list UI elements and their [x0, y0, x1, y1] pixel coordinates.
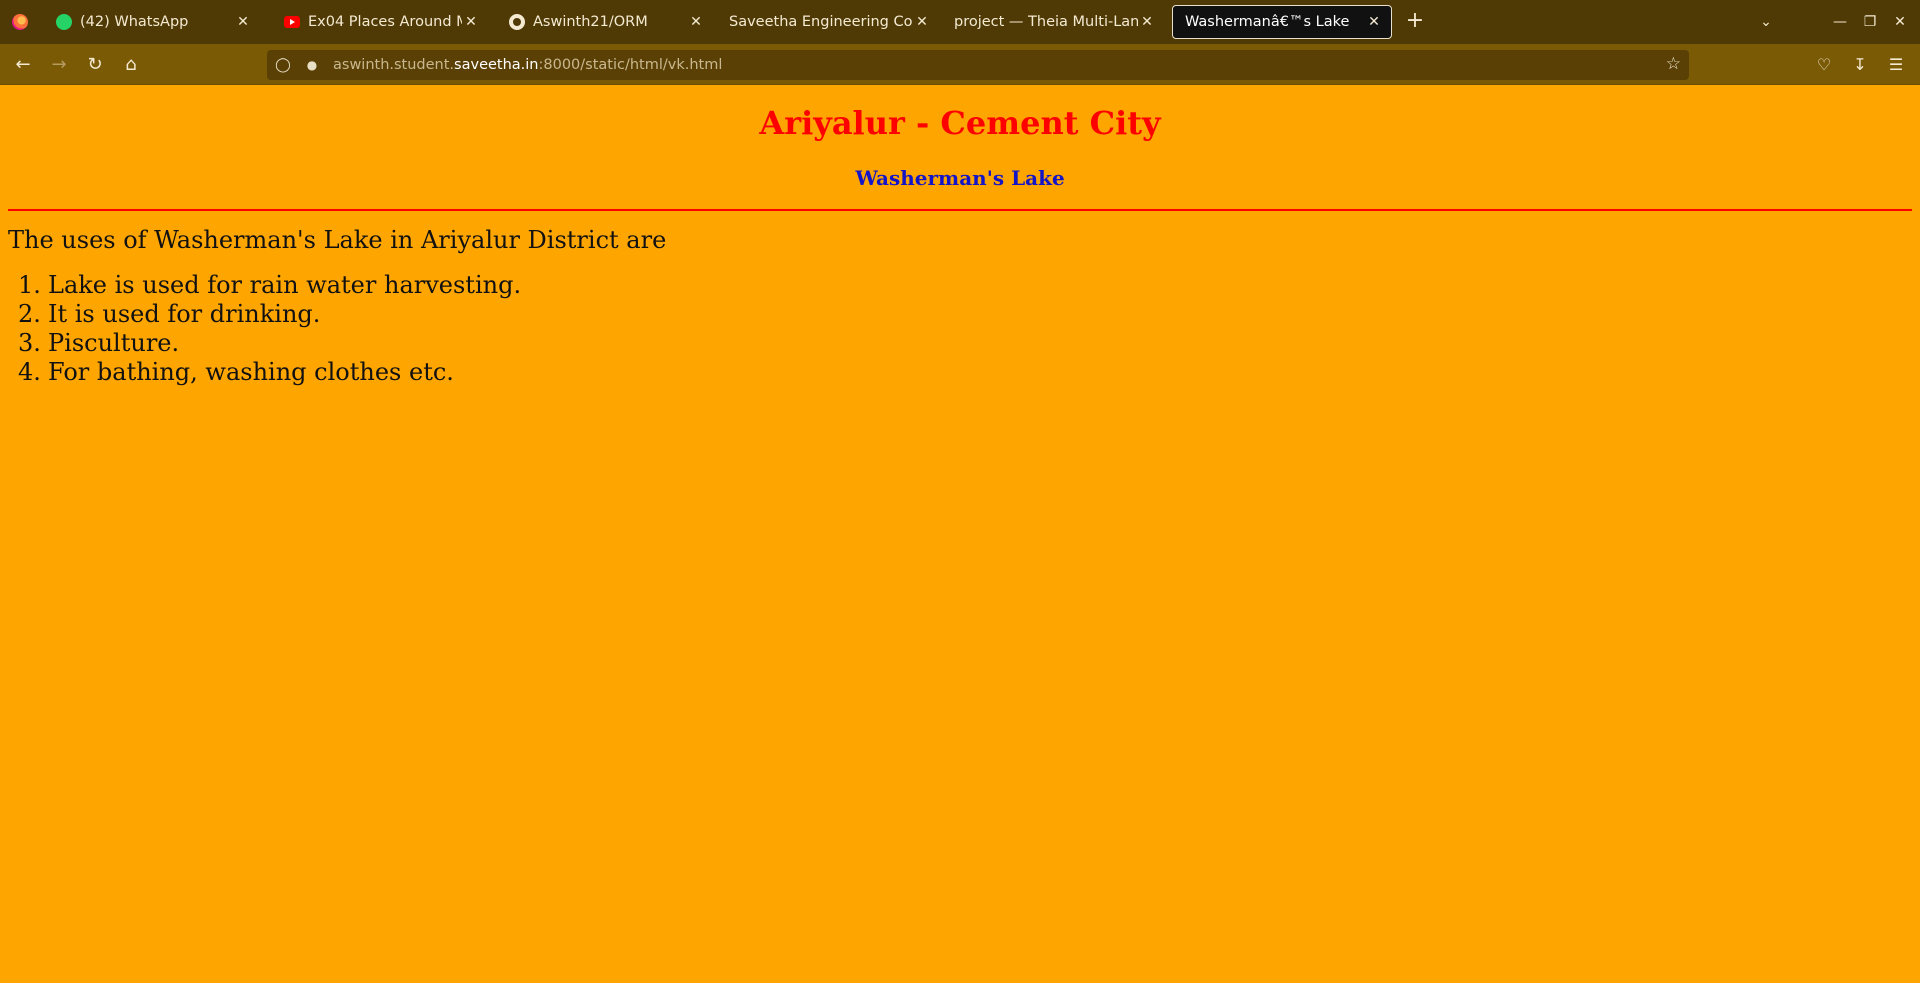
reload-icon[interactable]: ↻	[81, 51, 109, 79]
back-arrow-icon[interactable]: ←	[9, 51, 37, 79]
tab-whatsapp[interactable]: (42) WhatsApp ✕	[44, 5, 260, 39]
firefox-menu-icon[interactable]	[0, 0, 40, 44]
downloads-icon[interactable]: ↧	[1846, 51, 1874, 79]
restore-icon[interactable]: ❐	[1856, 8, 1884, 36]
tab-title: Saveetha Engineering Colleg	[729, 14, 913, 30]
close-window-icon[interactable]: ✕	[1886, 8, 1914, 36]
list-all-tabs-icon[interactable]: ⌄	[1752, 8, 1780, 36]
tracking-shield-icon[interactable]: ◯	[275, 57, 291, 73]
forward-arrow-icon[interactable]: →	[45, 51, 73, 79]
list-item: 1. Lake is used for rain water harvestin…	[18, 271, 521, 300]
horizontal-rule	[8, 209, 1912, 211]
list-item-text: Pisculture.	[48, 329, 180, 357]
github-icon	[509, 14, 525, 30]
page-content: Ariyalur - Cement City Washerman's Lake …	[0, 86, 1920, 983]
intro-text: The uses of Washerman's Lake in Ariyalur…	[8, 226, 667, 254]
list-number: 4.	[18, 358, 41, 386]
close-icon[interactable]: ✕	[913, 14, 931, 30]
list-item-text: For bathing, washing clothes etc.	[48, 358, 454, 386]
tab-title: project — Theia Multi-Langu	[954, 14, 1138, 30]
youtube-icon	[284, 14, 300, 30]
close-icon[interactable]: ✕	[1138, 14, 1156, 30]
home-icon[interactable]: ⌂	[117, 51, 145, 79]
tab-saveetha[interactable]: Saveetha Engineering Colleg ✕	[717, 5, 939, 39]
tab-strip: (42) WhatsApp ✕ Ex04 Places Around Me - …	[0, 0, 1920, 44]
hamburger-menu-icon[interactable]: ☰	[1882, 51, 1910, 79]
whatsapp-icon	[56, 14, 72, 30]
page-subheading: Washerman's Lake	[855, 166, 1065, 190]
pocket-icon[interactable]: ♡	[1810, 51, 1838, 79]
tab-title: Ex04 Places Around Me -	[308, 14, 462, 30]
list-number: 3.	[18, 329, 41, 357]
list-number: 2.	[18, 300, 41, 328]
list-item: 4. For bathing, washing clothes etc.	[18, 358, 521, 387]
close-icon[interactable]: ✕	[462, 14, 480, 30]
tab-washermans-lake[interactable]: Washermanâ€™s Lake ✕	[1172, 5, 1392, 39]
tab-theia-project[interactable]: project — Theia Multi-Langu ✕	[942, 5, 1164, 39]
list-item: 2. It is used for drinking.	[18, 300, 521, 329]
tab-title: Washermanâ€™s Lake	[1185, 14, 1350, 30]
lock-icon[interactable]: ●	[305, 58, 319, 72]
list-item-text: It is used for drinking.	[48, 300, 321, 328]
tab-github-orm[interactable]: Aswinth21/ORM ✕	[497, 5, 713, 39]
address-bar[interactable]: ◯ ● aswinth.student.saveetha.in:8000/sta…	[267, 50, 1689, 80]
navigation-toolbar: ← → ↻ ⌂ ◯ ● aswinth.student.saveetha.in:…	[0, 44, 1920, 85]
new-tab-button[interactable]: +	[1401, 8, 1429, 36]
list-item: 3. Pisculture.	[18, 329, 521, 358]
page-heading: Ariyalur - Cement City	[759, 104, 1161, 142]
tab-title: Aswinth21/ORM	[533, 14, 648, 30]
bookmark-star-icon[interactable]: ☆	[1666, 54, 1681, 74]
tab-ex04-places[interactable]: Ex04 Places Around Me - ✕	[272, 5, 488, 39]
uses-list: 1. Lake is used for rain water harvestin…	[18, 271, 521, 387]
close-icon[interactable]: ✕	[234, 14, 252, 30]
tab-title: (42) WhatsApp	[80, 14, 189, 30]
url-text[interactable]: aswinth.student.saveetha.in:8000/static/…	[333, 57, 722, 73]
close-icon[interactable]: ✕	[687, 14, 705, 30]
minimize-icon[interactable]: —	[1826, 8, 1854, 36]
list-item-text: Lake is used for rain water harvesting.	[48, 271, 522, 299]
list-number: 1.	[18, 271, 41, 299]
close-icon[interactable]: ✕	[1365, 14, 1383, 30]
